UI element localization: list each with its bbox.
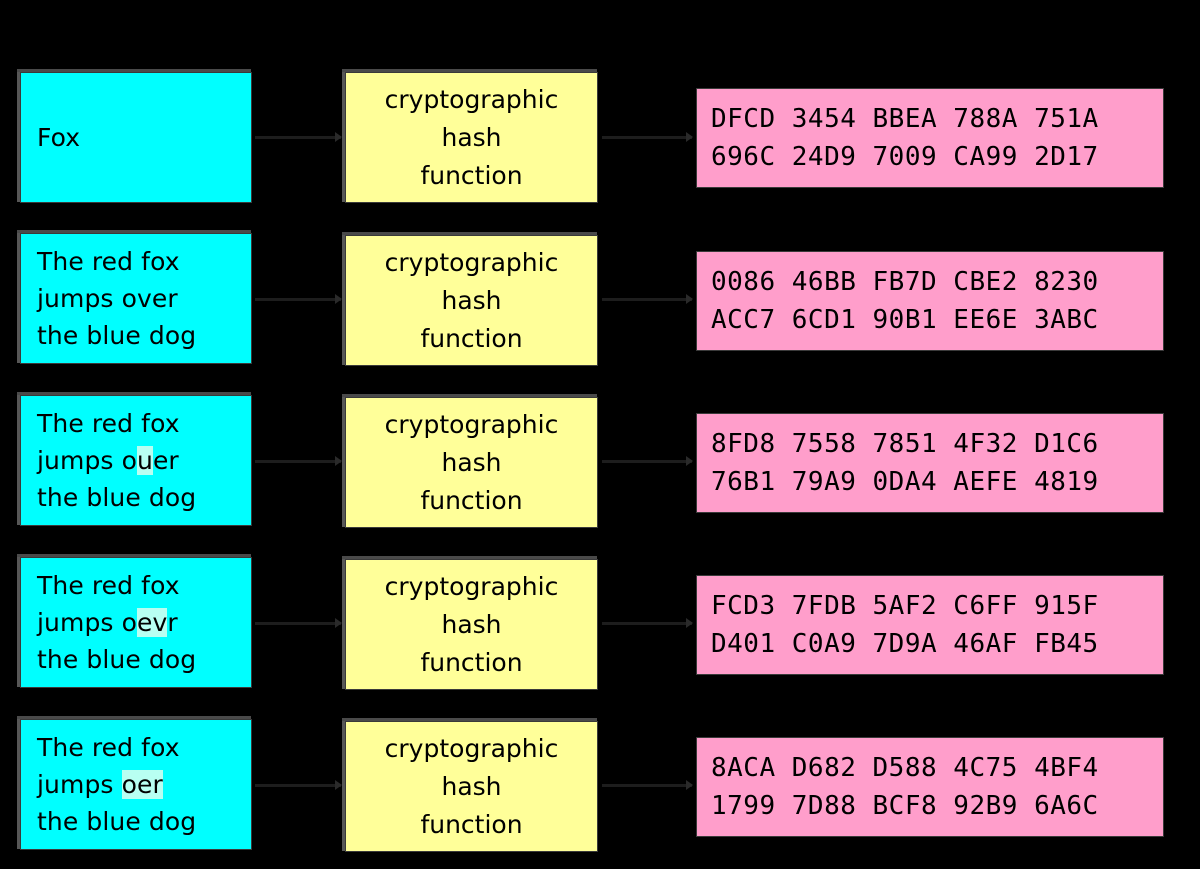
digest-line1-3: 8FD8 7558 7851 4F32 D1C6 — [711, 429, 1099, 459]
message-box-2: The red fox jumps over the blue dog — [17, 230, 252, 364]
arrow-head-icon — [335, 456, 342, 466]
connector-function-to-digest-5 — [602, 780, 693, 790]
hash-function-box-1: cryptographic hash function — [342, 69, 598, 203]
arrow-head-icon — [686, 780, 693, 790]
digest-box-1: DFCD 3454 BBEA 788A 751A 696C 24D9 7009 … — [696, 88, 1164, 188]
connector-message-to-function-2 — [255, 294, 342, 304]
arrow-head-icon — [686, 456, 693, 466]
connector-function-to-digest-2 — [602, 294, 693, 304]
digest-line1-1: DFCD 3454 BBEA 788A 751A — [711, 104, 1099, 134]
message-box-4: The red fox jumps oevr the blue dog — [17, 554, 252, 688]
hash-function-label-3: cryptographic hash function — [384, 409, 559, 515]
connector-message-to-function-4 — [255, 618, 342, 628]
arrow-head-icon — [335, 618, 342, 628]
digest-box-3: 8FD8 7558 7851 4F32 D1C6 76B1 79A9 0DA4 … — [696, 413, 1164, 513]
digest-line2-4: D401 C0A9 7D9A 46AF FB45 — [711, 629, 1099, 659]
message-text-5: The red fox jumps oer the blue dog — [37, 729, 235, 840]
message-prefix-1: Fox — [37, 123, 81, 152]
digest-line2-2: ACC7 6CD1 90B1 EE6E 3ABC — [711, 305, 1099, 335]
message-prefix-2: The red fox jumps over the blue dog — [37, 247, 197, 350]
arrow-head-icon — [335, 132, 342, 142]
message-box-5: The red fox jumps oer the blue dog — [17, 716, 252, 850]
message-highlight-3: u — [136, 446, 153, 475]
message-text-1: Fox — [37, 119, 235, 156]
message-box-3: The red fox jumps ouer the blue dog — [17, 392, 252, 526]
arrow-head-icon — [686, 132, 693, 142]
hash-function-box-4: cryptographic hash function — [342, 556, 598, 690]
hash-function-label-2: cryptographic hash function — [384, 247, 559, 353]
arrow-head-icon — [335, 780, 342, 790]
diagram-canvas: Fox cryptographic hash function DFCD 345… — [0, 0, 1200, 869]
hash-function-box-3: cryptographic hash function — [342, 394, 598, 528]
hash-function-label-1: cryptographic hash function — [384, 84, 559, 190]
digest-box-5: 8ACA D682 D588 4C75 4BF4 1799 7D88 BCF8 … — [696, 737, 1164, 837]
message-text-4: The red fox jumps oevr the blue dog — [37, 567, 235, 678]
digest-line1-2: 0086 46BB FB7D CBE2 8230 — [711, 267, 1099, 297]
message-highlight-5: oer — [121, 770, 163, 799]
message-text-3: The red fox jumps ouer the blue dog — [37, 405, 235, 516]
hash-function-box-5: cryptographic hash function — [342, 718, 598, 852]
arrow-head-icon — [686, 294, 693, 304]
hash-function-box-2: cryptographic hash function — [342, 232, 598, 366]
connector-function-to-digest-4 — [602, 618, 693, 628]
connector-message-to-function-5 — [255, 780, 342, 790]
message-highlight-4: ev — [136, 608, 168, 637]
message-text-2: The red fox jumps over the blue dog — [37, 243, 235, 354]
digest-line1-4: FCD3 7FDB 5AF2 C6FF 915F — [711, 591, 1099, 621]
digest-line2-3: 76B1 79A9 0DA4 AEFE 4819 — [711, 467, 1099, 497]
digest-line2-1: 696C 24D9 7009 CA99 2D17 — [711, 142, 1099, 172]
message-suffix-5: the blue dog — [37, 807, 197, 836]
connector-function-to-digest-1 — [602, 132, 693, 142]
connector-message-to-function-1 — [255, 132, 342, 142]
arrow-head-icon — [686, 618, 693, 628]
digest-box-4: FCD3 7FDB 5AF2 C6FF 915F D401 C0A9 7D9A … — [696, 575, 1164, 675]
digest-line1-5: 8ACA D682 D588 4C75 4BF4 — [711, 753, 1099, 783]
connector-function-to-digest-3 — [602, 456, 693, 466]
hash-function-label-4: cryptographic hash function — [384, 571, 559, 677]
digest-line2-5: 1799 7D88 BCF8 92B9 6A6C — [711, 791, 1099, 821]
digest-box-2: 0086 46BB FB7D CBE2 8230 ACC7 6CD1 90B1 … — [696, 251, 1164, 351]
message-box-1: Fox — [17, 69, 252, 203]
arrow-head-icon — [335, 294, 342, 304]
hash-function-label-5: cryptographic hash function — [384, 733, 559, 839]
connector-message-to-function-3 — [255, 456, 342, 466]
